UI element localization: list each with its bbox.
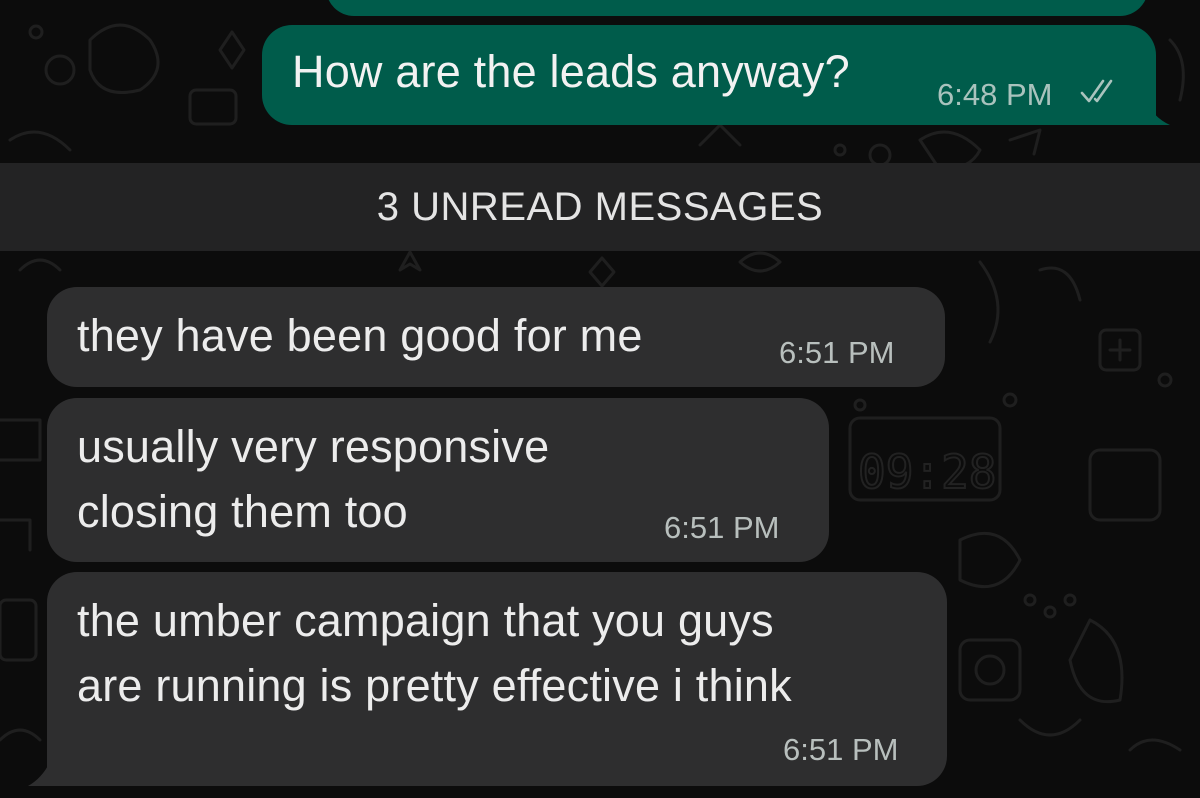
- message-timestamp: 6:51 PM: [779, 335, 895, 370]
- message-line: usually very responsive: [77, 421, 550, 472]
- message-line: the umber campaign that you guys: [77, 595, 774, 646]
- incoming-bubble-tail: [28, 752, 54, 786]
- double-check-icon: [1080, 79, 1113, 103]
- incoming-message-bubble[interactable]: usually very responsive closing them too…: [47, 398, 829, 562]
- incoming-message-bubble[interactable]: they have been good for me 6:51 PM: [47, 287, 945, 387]
- message-timestamp: 6:48 PM: [937, 77, 1053, 112]
- chat-area[interactable]: 09:28 How are the leads anyway? 6:48 PM …: [0, 0, 1200, 798]
- outgoing-message-bubble[interactable]: How are the leads anyway? 6:48 PM: [262, 25, 1156, 125]
- wallpaper-clock-text: 09:28: [858, 445, 996, 499]
- message-timestamp: 6:51 PM: [783, 732, 899, 767]
- unread-messages-banner: 3 UNREAD MESSAGES: [0, 163, 1200, 251]
- incoming-message-bubble[interactable]: the umber campaign that you guys are run…: [47, 572, 947, 786]
- unread-messages-label: 3 UNREAD MESSAGES: [376, 185, 824, 229]
- message-text: How are the leads anyway?: [292, 46, 850, 97]
- message-line: closing them too: [77, 486, 408, 537]
- message-timestamp: 6:51 PM: [664, 510, 780, 545]
- message-text: usually very responsive closing them too: [77, 414, 549, 544]
- message-text: the umber campaign that you guys are run…: [77, 588, 792, 718]
- message-line: are running is pretty effective i think: [77, 660, 792, 711]
- outgoing-bubble-tail: [1142, 95, 1170, 125]
- message-text: they have been good for me: [77, 310, 643, 361]
- previous-outgoing-bubble[interactable]: [326, 0, 1148, 16]
